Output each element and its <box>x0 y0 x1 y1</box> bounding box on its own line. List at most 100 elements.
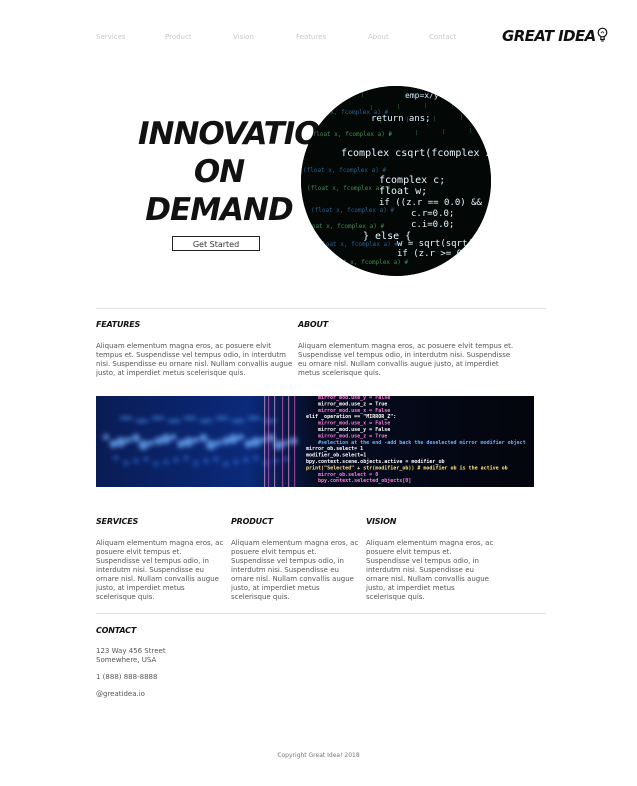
light-streak <box>268 396 270 487</box>
bokeh-dot <box>213 456 219 462</box>
vision-heading: VISION <box>366 517 397 526</box>
code-banner-image: mirror_mod.use_y = False mirror_mod.use_z… <box>96 396 534 487</box>
bokeh-dot <box>103 434 109 440</box>
hero-rain-glyphs: (float x, fcomplex a) # <box>305 109 388 116</box>
banner-code-line: print("Selected" + str(modifier_ob)) # m… <box>306 465 508 471</box>
nav-item-about[interactable]: About <box>368 33 389 41</box>
hero-rain-glyphs: | <box>469 128 472 134</box>
banner-code-line: mirror_mod.use_x = False <box>318 408 390 414</box>
bokeh-dot <box>138 440 149 450</box>
hero-code-line-10: if (z.r >= 0.0) <box>397 249 478 259</box>
banner-code-line: mirror_mod.use_y = False <box>318 427 390 433</box>
nav-item-contact[interactable]: Contact <box>429 33 456 41</box>
bokeh-dot <box>173 457 179 463</box>
email-link[interactable]: @greatidea.io <box>96 690 145 699</box>
hero-rain-glyphs: | <box>460 115 463 121</box>
hero-rain-glyphs: | <box>415 130 418 136</box>
hero-rain-glyphs: | <box>370 105 373 111</box>
banner-code-line: #selection at the end -add back the dese… <box>318 439 526 446</box>
about-heading: ABOUT <box>298 320 329 329</box>
hero-rain-glyphs: (float x, fcomplex a) # <box>309 131 392 138</box>
bokeh-dot <box>199 419 213 423</box>
banner-code-line: mirror_mod.use_z = True <box>318 401 387 407</box>
bokeh-dot <box>228 434 239 444</box>
bokeh-dot <box>215 440 222 446</box>
hero-rain-glyphs: | <box>442 129 445 135</box>
services-heading: SERVICES <box>96 517 139 526</box>
bokeh-dot <box>183 416 197 420</box>
bokeh-dot <box>123 460 129 466</box>
bokeh-dot <box>260 437 267 443</box>
services-text: Aliquam elementum magna eros, ac posuere… <box>96 539 224 601</box>
bokeh-dot <box>113 455 119 461</box>
bokeh-dot <box>116 437 126 447</box>
bokeh-dot <box>206 440 216 450</box>
address-line-1: 123 Way 456 Street <box>96 647 166 655</box>
product-heading: PRODUCT <box>231 517 273 526</box>
contact-heading: CONTACT <box>96 626 137 635</box>
banner-code-line: modifier_ob.select=1 <box>306 453 366 459</box>
brand-logo[interactable]: GREAT IDEA <box>502 27 608 46</box>
nav-item-features[interactable]: Features <box>296 33 326 41</box>
light-streak <box>274 396 276 487</box>
phone-link[interactable]: 1 (888) 888-8888 <box>96 673 157 682</box>
bokeh-dot <box>167 419 181 423</box>
hero-rain-glyphs: (float x, fcomplex a) # <box>325 259 408 266</box>
hero-rain-glyphs: | <box>388 131 391 137</box>
light-streak <box>282 396 284 487</box>
hero-rain-glyphs: | <box>397 104 400 110</box>
bokeh-dot <box>153 461 159 467</box>
banner-code-line: mirror_ob.select= 1 <box>306 446 363 452</box>
bokeh-dot <box>253 455 259 461</box>
bokeh-dot <box>133 458 139 464</box>
bokeh-dot <box>125 437 132 443</box>
bokeh-dot <box>119 416 133 420</box>
bokeh-dot <box>238 434 244 440</box>
bokeh-dot <box>193 437 199 443</box>
bokeh-dot <box>135 419 149 423</box>
bokeh-dot <box>170 434 177 440</box>
banner-svg: mirror_mod.use_y = Falsemirror_mod.use_z… <box>96 396 534 487</box>
hero-rain-glyphs: (float x, fcomplex a) # <box>301 223 384 230</box>
bokeh-dot <box>243 457 249 463</box>
bokeh-dot <box>251 437 261 447</box>
hero-rain-glyphs: | <box>406 117 409 123</box>
hero-title: INNOVATION ON DEMAND <box>138 115 346 229</box>
bokeh-dot <box>183 437 194 447</box>
light-streak <box>288 396 290 487</box>
bokeh-dot <box>132 434 140 442</box>
bokeh-dot <box>161 434 171 444</box>
banner-code-line: mirror_mod.use_x = False <box>318 421 390 427</box>
bokeh-dot <box>233 459 239 465</box>
lightbulb-icon <box>597 27 608 46</box>
banner-code-line: elif _operation == "MIRROR_Z": <box>306 414 396 420</box>
nav-item-services[interactable]: Services <box>96 33 126 41</box>
bokeh-dot <box>215 416 229 420</box>
hero-code-image: emp=x/y return ans; fcomplex csqrt(fcomp… <box>301 86 491 276</box>
bokeh-dot <box>193 460 199 466</box>
bokeh-dot <box>163 459 169 465</box>
hero-title-line-1: INNOVATION <box>138 116 346 152</box>
hero-title-line-3: DEMAND <box>145 192 293 228</box>
nav-item-product[interactable]: Product <box>165 33 192 41</box>
hero-rain-glyphs: (float x, fcomplex a) # <box>307 185 390 192</box>
section-divider <box>96 613 546 614</box>
light-streak <box>264 396 266 487</box>
logo-text: GREAT IDEA <box>502 27 596 45</box>
get-started-button[interactable]: Get Started <box>172 236 260 251</box>
nav-item-vision[interactable]: Vision <box>233 33 254 41</box>
bokeh-dot <box>148 440 154 446</box>
bokeh-dot <box>247 416 261 420</box>
bokeh-dot <box>183 455 189 461</box>
bokeh-dot <box>199 434 208 442</box>
banner-code-line: mirror_mod.use_z = True <box>318 433 387 439</box>
hero-code-line-7: c.i=0.0; <box>411 220 454 230</box>
bokeh-dot <box>283 456 289 462</box>
footer-copyright: Copyright Great Idea! 2018 <box>277 752 360 759</box>
hero-code-line-0: emp=x/y <box>405 91 439 100</box>
bokeh-dot <box>223 461 229 467</box>
bokeh-dot <box>143 456 149 462</box>
banner-code-line: bpy.context.scene.objects.active = modif… <box>306 458 444 465</box>
banner-code-line: bpy.context.selected_objects[0] <box>318 477 411 484</box>
hero-code-line-5: if ((z.r == 0.0) && (z.i == 0.0)) <box>379 198 491 208</box>
